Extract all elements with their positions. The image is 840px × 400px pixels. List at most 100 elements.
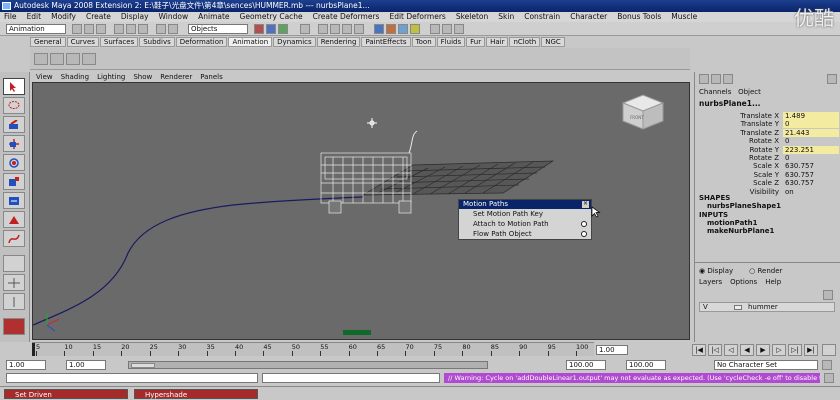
attr-value[interactable]: on <box>783 188 839 196</box>
input-node-item[interactable]: motionPath1 <box>707 219 758 227</box>
shelf-tool-icon[interactable] <box>66 53 80 65</box>
menu-set-select[interactable]: Animation <box>6 24 66 34</box>
layer-editor-toggle-icon[interactable] <box>711 74 721 84</box>
soft-mod-tool-icon[interactable] <box>3 211 25 228</box>
attr-row-scale-z[interactable]: Scale Z 630.757 <box>695 179 840 187</box>
menu-constrain[interactable]: Constrain <box>524 12 560 22</box>
ipr-render-icon[interactable] <box>342 24 352 34</box>
play-backward-icon[interactable]: ◀ <box>740 344 754 356</box>
objects-field[interactable]: Objects <box>188 24 248 34</box>
attr-row-scale-x[interactable]: Scale X 630.757 <box>695 162 840 170</box>
tool-settings-icon[interactable] <box>442 24 452 34</box>
menu-file[interactable]: File <box>4 12 17 22</box>
menu-skeleton[interactable]: Skeleton <box>456 12 488 22</box>
shelf-tab-fur[interactable]: Fur <box>466 37 486 47</box>
range-slider-handle[interactable] <box>131 363 155 368</box>
shelf-tab-painteffects[interactable]: PaintEffects <box>361 37 411 47</box>
new-layer-icon[interactable] <box>823 290 833 300</box>
step-back-key-icon[interactable]: |◁ <box>708 344 722 356</box>
menu-item-set-motion-path-key[interactable]: Set Motion Path Key <box>459 209 591 219</box>
close-icon[interactable]: × <box>582 201 589 208</box>
shelf-tool-icon[interactable] <box>34 53 48 65</box>
attr-value[interactable]: 223.251 <box>783 145 839 154</box>
select-hierarchy-icon[interactable] <box>114 24 124 34</box>
preferences-icon[interactable] <box>822 360 832 370</box>
shelf-tab-rendering[interactable]: Rendering <box>316 37 361 47</box>
viewport-menu-lighting[interactable]: Lighting <box>97 72 125 82</box>
attr-row-translate-y[interactable]: Translate Y 0 <box>695 120 840 129</box>
menu-character[interactable]: Character <box>570 12 607 22</box>
shape-node-item[interactable]: nurbsPlaneShape1 <box>707 202 781 210</box>
go-to-end-icon[interactable]: ▶| <box>804 344 818 356</box>
select-tool-icon[interactable] <box>3 78 25 95</box>
panel-options-icon[interactable] <box>827 74 837 84</box>
shelf-tool-icon[interactable] <box>82 53 96 65</box>
menu-edit-deformers[interactable]: Edit Deformers <box>389 12 445 22</box>
paint-select-icon[interactable] <box>3 116 25 133</box>
shelf-tab-surfaces[interactable]: Surfaces <box>99 37 139 47</box>
layer-color-swatch[interactable] <box>734 305 742 310</box>
render-frame-icon[interactable] <box>330 24 340 34</box>
single-view-layout-icon[interactable] <box>3 255 25 272</box>
playback-start-field[interactable]: 1.00 <box>66 360 106 370</box>
tab-channels[interactable]: Channels <box>699 88 731 96</box>
shelf-tool-icon[interactable] <box>50 53 64 65</box>
open-scene-icon[interactable] <box>84 24 94 34</box>
channel-box-icon[interactable] <box>454 24 464 34</box>
shelf-tab-animation[interactable]: Animation <box>228 37 273 47</box>
shelf-tab-curves[interactable]: Curves <box>66 37 99 47</box>
attr-value[interactable]: 630.757 <box>783 179 839 187</box>
viewport-menu-view[interactable]: View <box>36 72 53 82</box>
attr-row-rotate-y[interactable]: Rotate Y 223.251 <box>695 145 840 154</box>
attr-value[interactable]: 630.757 <box>783 171 839 179</box>
create-polygon-icon[interactable] <box>374 24 384 34</box>
shelf-tab-deformation[interactable]: Deformation <box>175 37 228 47</box>
menu-bonus-tools[interactable]: Bonus Tools <box>617 12 661 22</box>
hypershade-window-button[interactable]: Hypershade <box>134 389 258 399</box>
attribute-editor-toggle-icon[interactable] <box>723 74 733 84</box>
menu-item-attach-to-motion-path[interactable]: Attach to Motion Path <box>459 219 591 229</box>
two-view-layout-icon[interactable] <box>3 293 25 310</box>
curve-tool-icon[interactable] <box>3 230 25 247</box>
layer-visibility-toggle[interactable]: V <box>703 303 708 312</box>
rotate-tool-icon[interactable] <box>3 154 25 171</box>
animation-start-field[interactable]: 1.00 <box>6 360 46 370</box>
lasso-tool-icon[interactable] <box>3 97 25 114</box>
auto-key-icon[interactable] <box>822 344 836 356</box>
animation-end-field[interactable]: 100.00 <box>626 360 666 370</box>
shelf-tab-ngc[interactable]: NGC <box>541 37 565 47</box>
playback-end-field[interactable]: 100.00 <box>566 360 606 370</box>
attr-row-translate-z[interactable]: Translate Z 21.443 <box>695 128 840 137</box>
shelf-tab-fluids[interactable]: Fluids <box>436 37 466 47</box>
time-slider[interactable]: 5 10 15 20 25 30 35 40 45 50 55 60 65 70 75 80 85 90 95 100 <box>32 342 594 356</box>
shelf-tab-ncloth[interactable]: nCloth <box>509 37 541 47</box>
attr-value[interactable]: 0 <box>783 120 839 129</box>
attr-row-scale-y[interactable]: Scale Y 630.757 <box>695 171 840 179</box>
menu-skin[interactable]: Skin <box>498 12 514 22</box>
save-scene-icon[interactable] <box>96 24 106 34</box>
shelf-tab-toon[interactable]: Toon <box>411 37 436 47</box>
channel-box-toggle-icon[interactable] <box>699 74 709 84</box>
input-node-item[interactable]: makeNurbPlane1 <box>707 227 774 235</box>
history-icon[interactable] <box>300 24 310 34</box>
shelf-tab-general[interactable]: General <box>30 37 66 47</box>
set-driven-window-button[interactable]: Set Driven <box>4 389 128 399</box>
motion-paths-menu-title[interactable]: Motion Paths × <box>459 200 591 209</box>
menu-geometry-cache[interactable]: Geometry Cache <box>240 12 303 22</box>
step-forward-key-icon[interactable]: ▷| <box>788 344 802 356</box>
script-editor-icon[interactable] <box>824 373 834 383</box>
attr-row-rotate-z[interactable]: Rotate Z 0 <box>695 154 840 162</box>
menu-window[interactable]: Window <box>159 12 189 22</box>
tab-object[interactable]: Object <box>738 88 761 96</box>
snap-point-icon[interactable] <box>278 24 288 34</box>
step-back-frame-icon[interactable]: ◁ <box>724 344 738 356</box>
attr-value[interactable]: 0 <box>783 154 839 162</box>
four-view-layout-icon[interactable] <box>3 274 25 291</box>
viewport-menu-renderer[interactable]: Renderer <box>160 72 192 82</box>
mask-handles-icon[interactable] <box>156 24 166 34</box>
layer-row-hummer[interactable]: V hummer <box>699 302 835 312</box>
menu-create-deformers[interactable]: Create Deformers <box>313 12 380 22</box>
range-slider-bar[interactable] <box>128 361 488 369</box>
create-light-icon[interactable] <box>410 24 420 34</box>
snap-grid-icon[interactable] <box>254 24 264 34</box>
